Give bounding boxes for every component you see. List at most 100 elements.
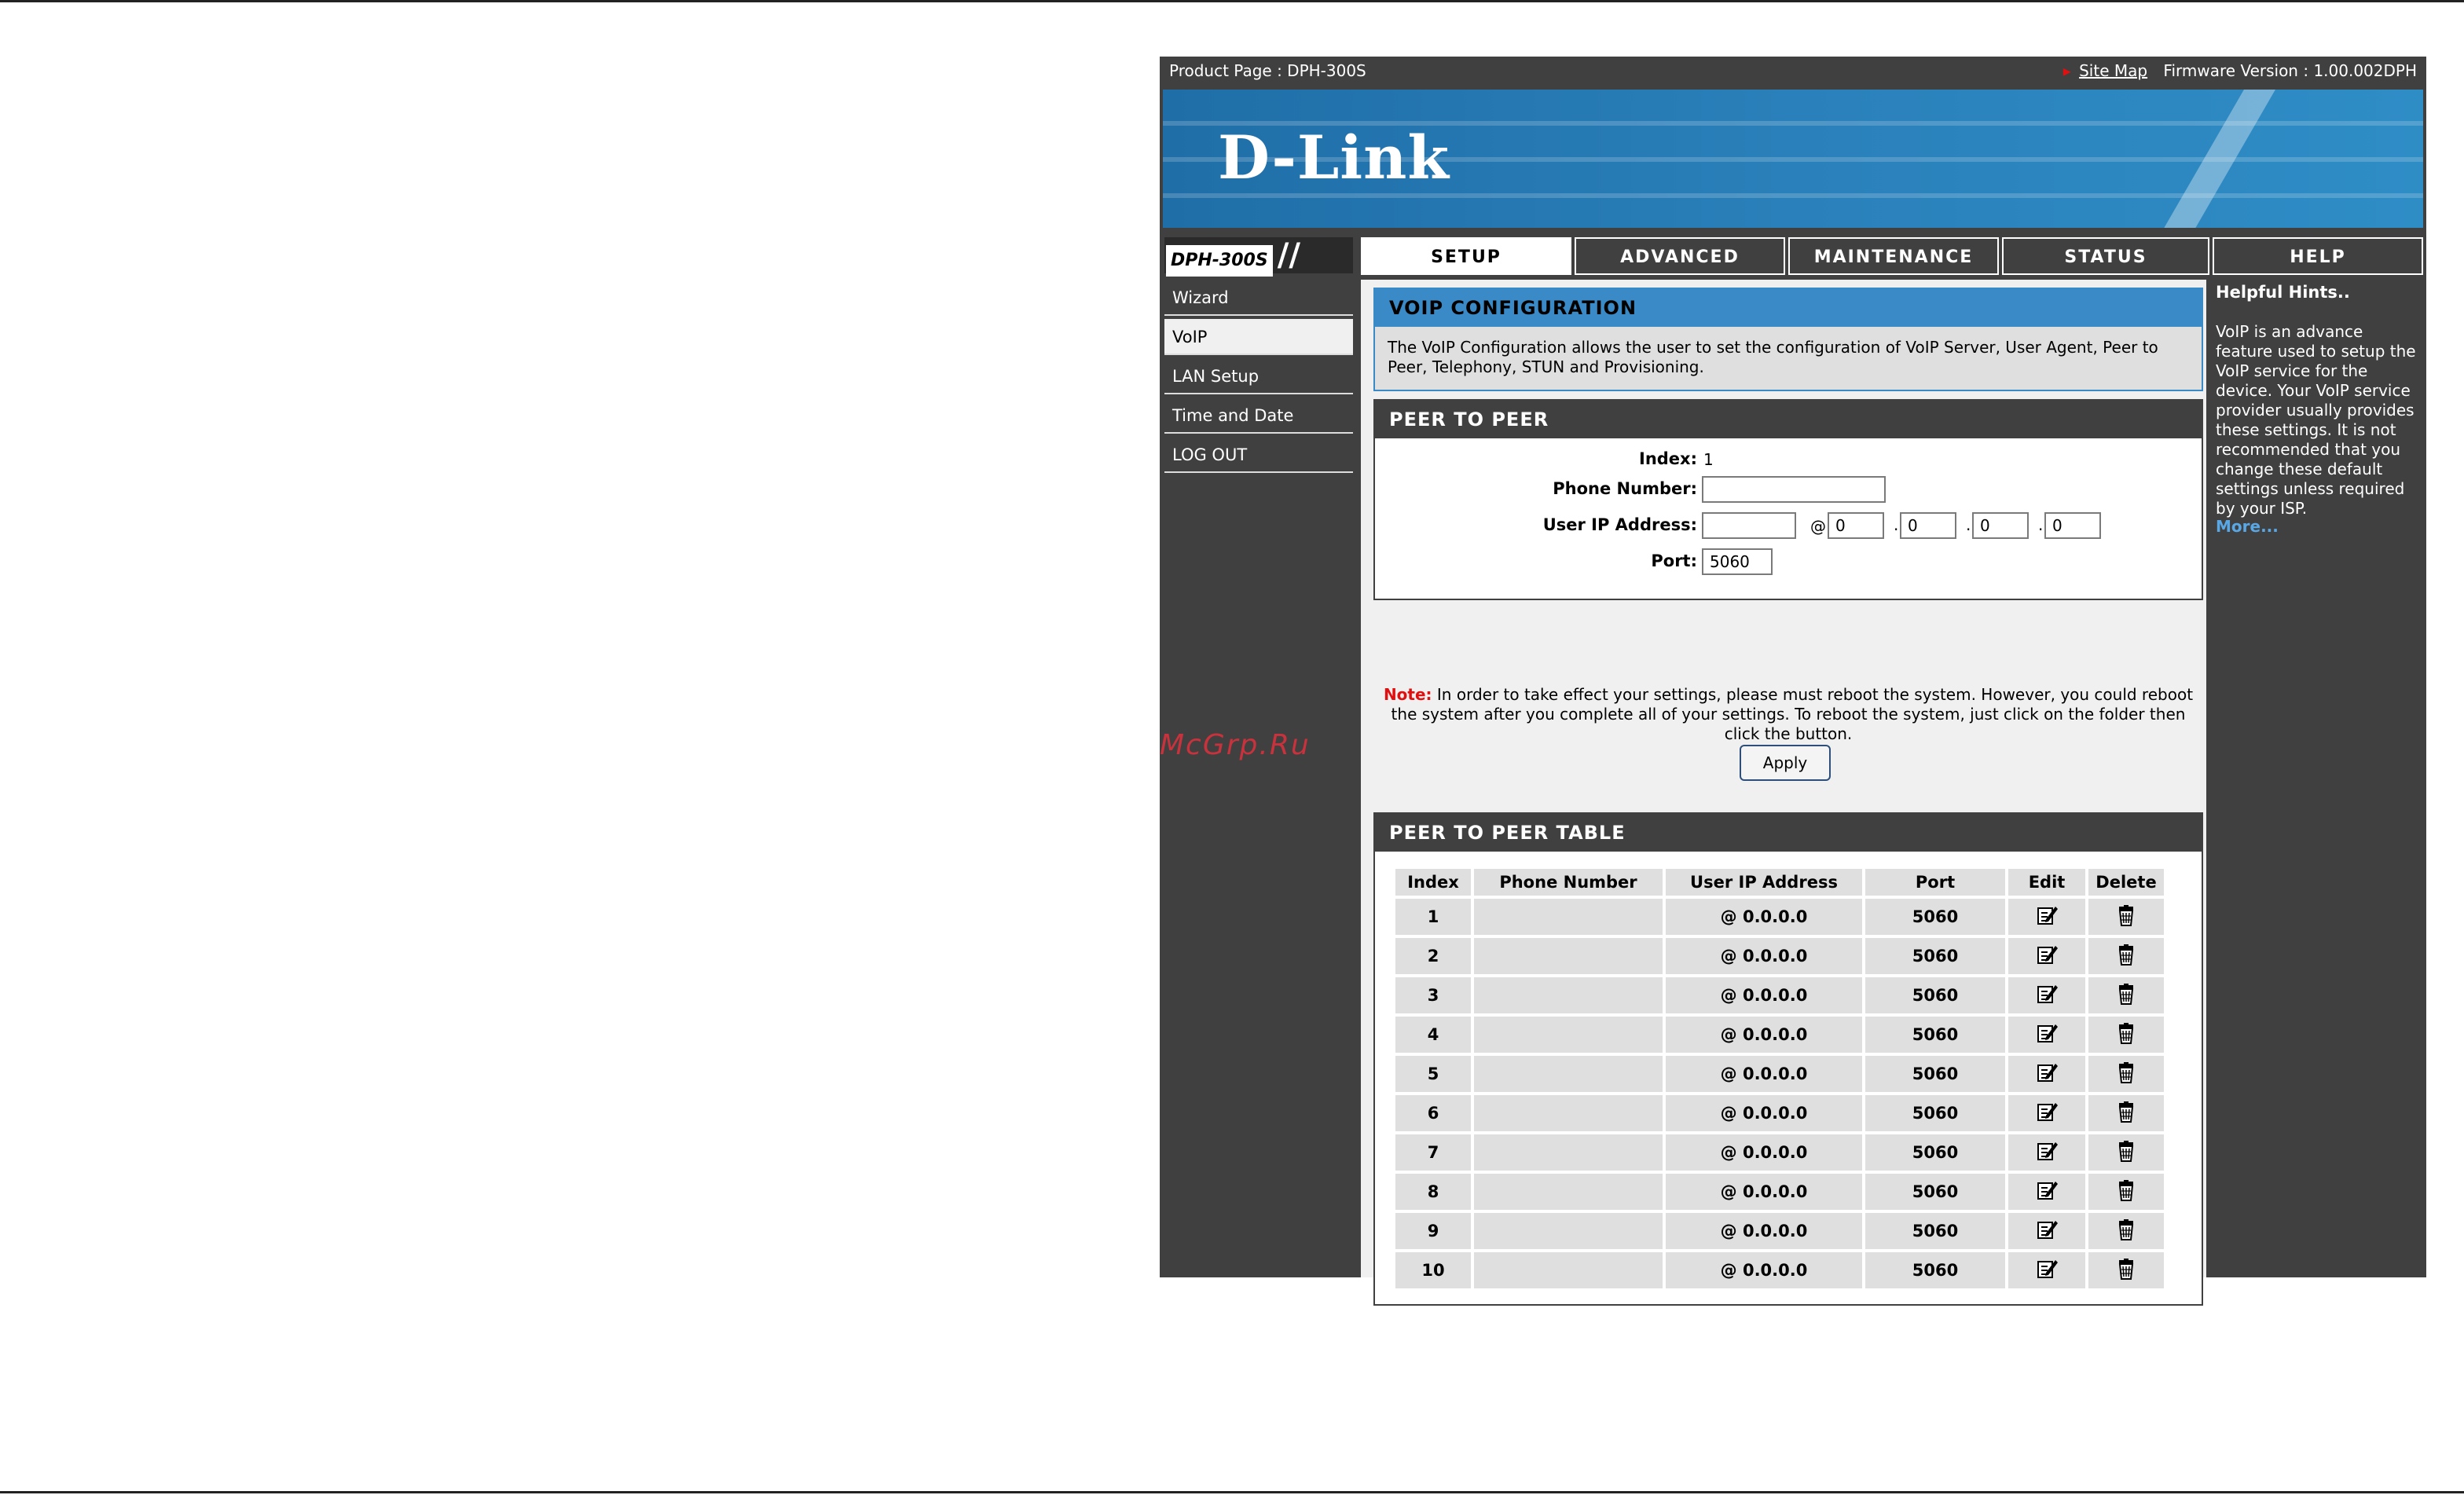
table-header-row: Index Phone Number User IP Address Port … (1395, 869, 2164, 896)
edit-icon[interactable] (2035, 1139, 2059, 1167)
table-row: 1 @ 0.0.0.0 5060 (1395, 899, 2164, 935)
row-edit (2008, 1174, 2085, 1210)
row-edit (2008, 1056, 2085, 1092)
edit-icon[interactable] (2035, 1178, 2059, 1206)
row-edit (2008, 1134, 2085, 1171)
trash-icon[interactable] (2114, 1100, 2138, 1127)
reboot-note: Note: In order to take effect your setti… (1373, 685, 2203, 744)
table-row: 7 @ 0.0.0.0 5060 (1395, 1134, 2164, 1171)
row-index: 9 (1395, 1213, 1471, 1249)
apply-button[interactable]: Apply (1740, 745, 1831, 781)
ip-octet-2-input[interactable]: 0 (1900, 512, 1956, 539)
edit-icon[interactable] (2035, 1257, 2059, 1284)
trash-icon[interactable] (2114, 1061, 2138, 1088)
column-header-edit: Edit (2008, 869, 2085, 896)
row-edit (2008, 938, 2085, 974)
table-row: 2 @ 0.0.0.0 5060 (1395, 938, 2164, 974)
ip-dot: . (1966, 515, 1971, 534)
row-phone-number (1474, 1252, 1663, 1288)
edit-icon[interactable] (2035, 1021, 2059, 1049)
row-edit (2008, 1252, 2085, 1288)
site-map-link[interactable]: Site Map (2079, 61, 2147, 80)
trash-icon[interactable] (2114, 943, 2138, 970)
phone-number-input[interactable] (1702, 476, 1886, 503)
row-delete (2088, 1017, 2164, 1053)
trash-icon[interactable] (2114, 1218, 2138, 1245)
top-right: ▸ Site Map Firmware Version : 1.00.002DP… (2063, 57, 2417, 85)
row-port: 5060 (1865, 1095, 2005, 1131)
watermark: McGrp.Ru (1160, 729, 1311, 761)
sidebar-item-voip[interactable]: VoIP (1164, 319, 1353, 355)
row-delete (2088, 1174, 2164, 1210)
row-phone-number (1474, 938, 1663, 974)
tab-status[interactable]: STATUS (2002, 237, 2209, 275)
row-port: 5060 (1865, 1252, 2005, 1288)
row-user-ip-address: @ 0.0.0.0 (1666, 977, 1862, 1013)
port-label: Port: (1651, 551, 1697, 570)
sidebar-item-wizard[interactable]: Wizard (1164, 280, 1353, 316)
sidebar: Wizard VoIP LAN Setup Time and Date LOG … (1164, 280, 1353, 1277)
row-delete (2088, 1056, 2164, 1092)
edit-icon[interactable] (2035, 943, 2059, 970)
sidebar-item-log-out[interactable]: LOG OUT (1164, 437, 1353, 473)
trash-icon[interactable] (2114, 903, 2138, 931)
row-index: 6 (1395, 1095, 1471, 1131)
more-link[interactable]: More... (2216, 517, 2279, 536)
trash-icon[interactable] (2114, 982, 2138, 1009)
table-row: 3 @ 0.0.0.0 5060 (1395, 977, 2164, 1013)
trash-icon[interactable] (2114, 1257, 2138, 1284)
row-port: 5060 (1865, 1056, 2005, 1092)
edit-icon[interactable] (2035, 1061, 2059, 1088)
row-user-ip-address: @ 0.0.0.0 (1666, 938, 1862, 974)
tab-bar: DPH-300S// SETUP ADVANCED MAINTENANCE ST… (1160, 234, 2426, 277)
row-port: 5060 (1865, 899, 2005, 935)
ip-dot: . (2038, 515, 2044, 534)
row-phone-number (1474, 1174, 1663, 1210)
trash-icon[interactable] (2114, 1021, 2138, 1049)
model-name: DPH-300S (1166, 245, 1273, 277)
row-user-ip-address: @ 0.0.0.0 (1666, 1252, 1862, 1288)
ip-octet-3-input[interactable]: 0 (1972, 512, 2029, 539)
trash-icon[interactable] (2114, 1178, 2138, 1206)
ip-octet-1-input[interactable]: 0 (1828, 512, 1884, 539)
edit-icon[interactable] (2035, 1100, 2059, 1127)
column-header-index: Index (1395, 869, 1471, 896)
brand-banner: D-Link (1163, 90, 2423, 228)
edit-icon[interactable] (2035, 903, 2059, 931)
trash-icon[interactable] (2114, 1139, 2138, 1167)
row-delete (2088, 1213, 2164, 1249)
tab-advanced[interactable]: ADVANCED (1575, 237, 1785, 275)
sidebar-item-time-and-date[interactable]: Time and Date (1164, 398, 1353, 434)
column-header-delete: Delete (2088, 869, 2164, 896)
phone-number-label: Phone Number: (1553, 479, 1697, 498)
table-row: 4 @ 0.0.0.0 5060 (1395, 1017, 2164, 1053)
tab-setup[interactable]: SETUP (1361, 237, 1571, 275)
row-delete (2088, 1252, 2164, 1288)
edit-icon[interactable] (2035, 982, 2059, 1009)
edit-icon[interactable] (2035, 1218, 2059, 1245)
row-phone-number (1474, 1134, 1663, 1171)
row-index: 7 (1395, 1134, 1471, 1171)
sidebar-item-lan-setup[interactable]: LAN Setup (1164, 358, 1353, 394)
row-index: 1 (1395, 899, 1471, 935)
helpful-hints-panel: Helpful Hints.. VoIP is an advance featu… (2213, 280, 2423, 1277)
table-row: 9 @ 0.0.0.0 5060 (1395, 1213, 2164, 1249)
user-input[interactable] (1702, 512, 1796, 539)
tab-help[interactable]: HELP (2213, 237, 2423, 275)
model-badge: DPH-300S// (1164, 237, 1353, 277)
column-header-port: Port (1865, 869, 2005, 896)
section-title: VOIP CONFIGURATION (1375, 289, 2202, 327)
top-bar: Product Page : DPH-300S ▸ Site Map Firmw… (1160, 57, 2426, 85)
tab-maintenance[interactable]: MAINTENANCE (1788, 237, 1999, 275)
section-description: The VoIP Configuration allows the user t… (1388, 338, 2158, 376)
row-user-ip-address: @ 0.0.0.0 (1666, 1056, 1862, 1092)
top-rule (0, 0, 2464, 2)
port-input[interactable]: 5060 (1702, 548, 1773, 575)
ip-octet-4-input[interactable]: 0 (2044, 512, 2101, 539)
row-port: 5060 (1865, 1213, 2005, 1249)
model-slashes-icon: // (1277, 237, 1300, 273)
peer-table: Index Phone Number User IP Address Port … (1392, 866, 2167, 1292)
index-label: Index: (1639, 449, 1697, 468)
row-user-ip-address: @ 0.0.0.0 (1666, 1095, 1862, 1131)
row-edit (2008, 1213, 2085, 1249)
